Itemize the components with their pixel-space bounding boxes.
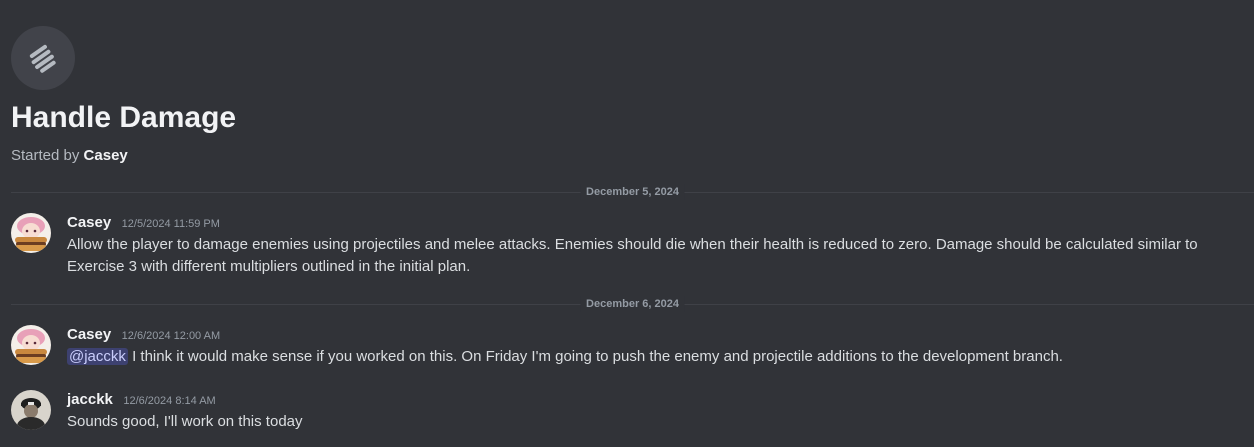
message-header: Casey 12/6/2024 12:00 AM	[67, 325, 1234, 346]
message-text: @jacckk I think it would make sense if y…	[67, 346, 1234, 368]
message-body: jacckk 12/6/2024 8:14 AM Sounds good, I'…	[67, 390, 1234, 433]
avatar-casey[interactable]	[11, 213, 51, 253]
divider-date: December 5, 2024	[580, 184, 685, 200]
message-text: Allow the player to damage enemies using…	[67, 236, 1198, 275]
thread-page: Handle Damage Started by Casey December …	[0, 0, 1254, 447]
username[interactable]: jacckk	[67, 391, 113, 408]
avatar-casey[interactable]	[11, 325, 51, 365]
date-divider: December 5, 2024	[11, 184, 1254, 200]
timestamp[interactable]: 12/5/2024 11:59 PM	[122, 218, 220, 230]
started-by-label: Started by	[11, 147, 80, 164]
thread-icon	[11, 26, 75, 90]
message-text: Sounds good, I'll work on this today	[67, 413, 303, 430]
username[interactable]: Casey	[67, 326, 111, 343]
avatar-jacckk[interactable]	[11, 390, 51, 430]
timestamp[interactable]: 12/6/2024 8:14 AM	[123, 395, 215, 407]
started-by-user[interactable]: Casey	[84, 147, 128, 164]
message-header: Casey 12/5/2024 11:59 PM	[67, 213, 1234, 234]
divider-date: December 6, 2024	[580, 296, 685, 312]
message-header: jacckk 12/6/2024 8:14 AM	[67, 390, 1234, 411]
date-divider: December 6, 2024	[11, 296, 1254, 312]
started-by: Started by Casey	[11, 146, 128, 166]
message-body: Casey 12/6/2024 12:00 AM @jacckk I think…	[67, 325, 1234, 368]
user-mention[interactable]: @jacckk	[67, 348, 128, 365]
username[interactable]: Casey	[67, 214, 111, 231]
message-text-content: I think it would make sense if you worke…	[127, 348, 1063, 365]
thread-title: Handle Damage	[11, 101, 237, 134]
message-body: Casey 12/5/2024 11:59 PM Allow the playe…	[67, 213, 1234, 278]
timestamp[interactable]: 12/6/2024 12:00 AM	[122, 330, 220, 342]
